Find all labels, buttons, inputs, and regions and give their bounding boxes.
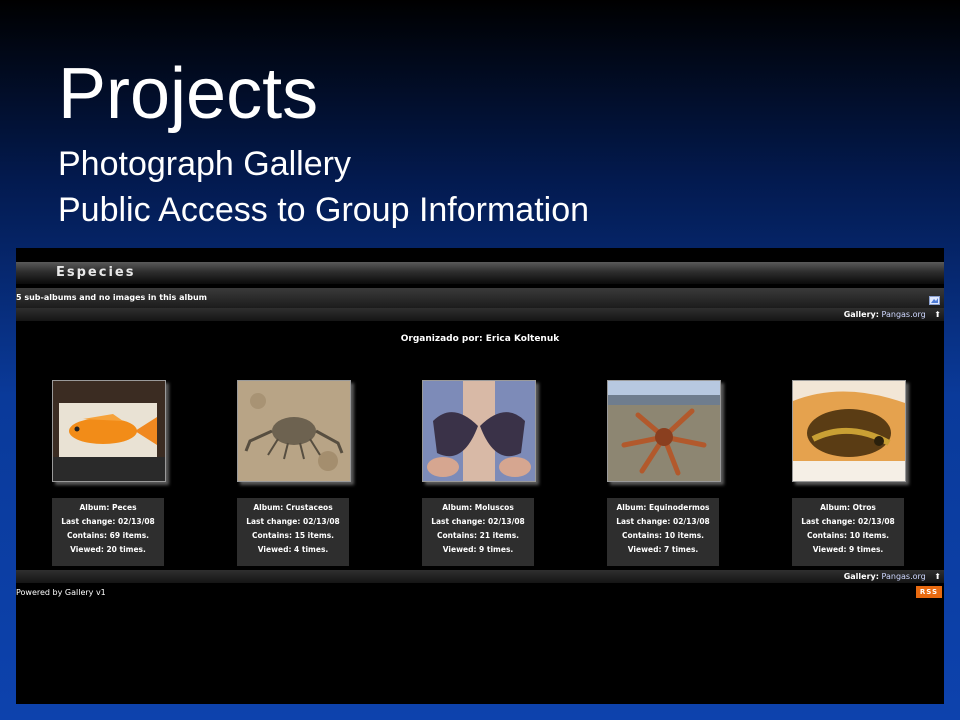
album-title: Especies: [56, 265, 136, 280]
album-thumbnail-otros[interactable]: [792, 380, 906, 482]
album-contains: Contains: 15 items.: [251, 531, 335, 540]
album-viewed: Viewed: 20 times.: [70, 545, 146, 554]
breadcrumb-label: Gallery:: [843, 572, 879, 581]
breadcrumb-bottom: Gallery: Pangas.org ⬆: [16, 570, 944, 583]
album-contains: Contains: 10 items.: [621, 531, 705, 540]
album-thumbnail-moluscos[interactable]: [422, 380, 536, 482]
album-thumbnail-crustaceos[interactable]: [237, 380, 351, 482]
album-thumbnail-peces[interactable]: [52, 380, 166, 482]
album-name[interactable]: Album: Peces: [52, 503, 164, 512]
album-name[interactable]: Album: Moluscos: [422, 503, 534, 512]
album-name[interactable]: Album: Crustaceos: [237, 503, 349, 512]
rss-badge[interactable]: RSS: [916, 586, 942, 598]
album-caption-moluscos: Album: Moluscos Last change: 02/13/08 Co…: [422, 498, 534, 566]
album-caption-otros: Album: Otros Last change: 02/13/08 Conta…: [792, 498, 904, 566]
album-header: Especies: [16, 262, 944, 284]
album-viewed: Viewed: 7 times.: [627, 545, 699, 554]
breadcrumb-label: Gallery:: [843, 310, 879, 319]
album-last-change: Last change: 02/13/08: [801, 517, 895, 526]
powered-by-text[interactable]: Powered by Gallery v1: [16, 588, 106, 597]
organizer-text: Organizado por: Erica Koltenuk: [400, 334, 560, 344]
slide-title: Projects: [58, 54, 319, 134]
breadcrumb-link[interactable]: Pangas.org: [882, 572, 926, 581]
album-viewed: Viewed: 9 times.: [812, 545, 884, 554]
album-last-change: Last change: 02/13/08: [616, 517, 710, 526]
album-last-change: Last change: 02/13/08: [431, 517, 525, 526]
album-contains: Contains: 21 items.: [436, 531, 520, 540]
up-arrow-icon[interactable]: ⬆: [934, 310, 941, 319]
album-contains: Contains: 10 items.: [806, 531, 890, 540]
slideshow-icon[interactable]: [929, 291, 940, 305]
album-thumbnail-equinodermos[interactable]: [607, 380, 721, 482]
album-caption-equinodermos: Album: Equinodermos Last change: 02/13/0…: [607, 498, 719, 566]
gallery-screenshot: Especies 5 sub-albums and no images in t…: [16, 248, 944, 704]
album-name[interactable]: Album: Equinodermos: [607, 503, 719, 512]
album-info-text: 5 sub-albums and no images in this album: [16, 293, 207, 302]
breadcrumb-link[interactable]: Pangas.org: [882, 310, 926, 319]
album-viewed: Viewed: 9 times.: [442, 545, 514, 554]
album-name[interactable]: Album: Otros: [792, 503, 904, 512]
slide-subtitle-access: Public Access to Group Information: [58, 191, 590, 229]
breadcrumb-top: Gallery: Pangas.org ⬆: [16, 308, 944, 321]
album-info-bar: 5 sub-albums and no images in this album: [16, 288, 944, 308]
album-caption-peces: Album: Peces Last change: 02/13/08 Conta…: [52, 498, 164, 566]
album-contains: Contains: 69 items.: [66, 531, 150, 540]
album-last-change: Last change: 02/13/08: [61, 517, 155, 526]
slide-subtitle-gallery: Photograph Gallery: [58, 145, 351, 183]
album-viewed: Viewed: 4 times.: [257, 545, 329, 554]
album-caption-crustaceos: Album: Crustaceos Last change: 02/13/08 …: [237, 498, 349, 566]
up-arrow-icon[interactable]: ⬆: [934, 572, 941, 581]
album-last-change: Last change: 02/13/08: [246, 517, 340, 526]
